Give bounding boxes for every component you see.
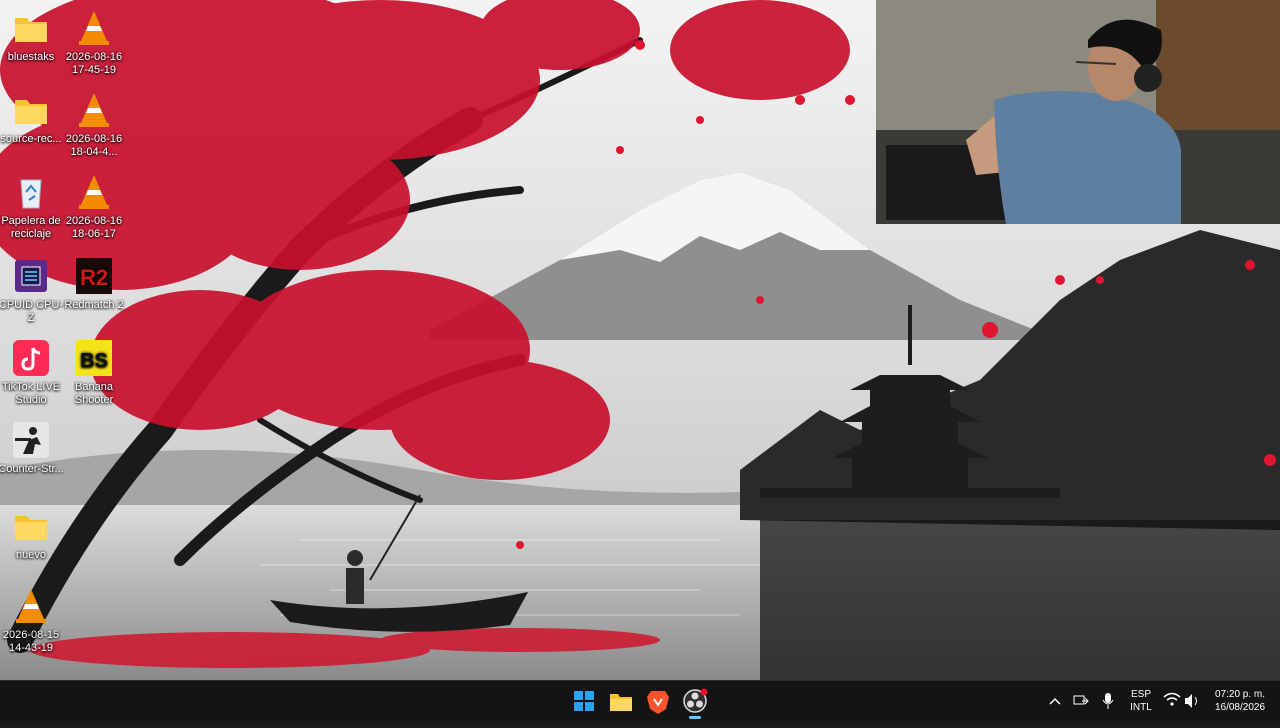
- network-volume-button[interactable]: [1162, 681, 1204, 721]
- folder-icon: [11, 90, 51, 130]
- cpu-z-icon: [11, 256, 51, 296]
- folder-icon: [610, 694, 632, 711]
- microphone-icon: [1102, 693, 1114, 709]
- taskbar: ESP INTL 07:20 p. m. 16/08/2026: [0, 680, 1280, 721]
- clock-button[interactable]: 07:20 p. m. 16/08/2026: [1206, 681, 1274, 728]
- desktop-icon-video-2026-08-16-18-06-17[interactable]: 2026-08-16 18-06-17: [60, 172, 128, 241]
- desktop-icon-recycle-bin[interactable]: Papelera de reciclaje: [0, 172, 65, 241]
- desktop-icon-label: 2026-08-15 14-43-19: [2, 629, 60, 654]
- brave-browser-icon: [647, 691, 669, 714]
- tiktok-live-icon: [11, 338, 51, 378]
- vlc-icon: [74, 90, 114, 130]
- keyboard-layout: INTL: [1130, 702, 1152, 713]
- redmatch-icon: R2: [74, 256, 114, 296]
- clock-time: 07:20 p. m.: [1214, 689, 1266, 700]
- recording-indicator: [700, 688, 708, 696]
- redmatch-glyph-text: R2: [80, 265, 108, 290]
- desktop-icon-video-2026-08-15[interactable]: 2026-08-15 14-43-19: [0, 586, 65, 655]
- quick-settings-icons: [1163, 692, 1197, 708]
- desktop-icon-source-rec[interactable]: source-rec...: [0, 90, 65, 146]
- banana-shooter-glyph-text: BS: [80, 350, 108, 372]
- show-hidden-icons-button[interactable]: [1046, 681, 1064, 721]
- desktop-icon-counter-strike[interactable]: Counter-Str...: [0, 420, 65, 476]
- start-button[interactable]: [568, 685, 600, 717]
- wifi-icon: [1163, 692, 1181, 706]
- desktop-icon-tiktok-live-studio[interactable]: TikTok LIVE Studio: [0, 338, 65, 407]
- clock-date: 16/08/2026: [1214, 702, 1266, 713]
- desktop-icon-cpu-z[interactable]: CPUID CPU-Z: [0, 256, 65, 325]
- tray-app-icon[interactable]: [1070, 681, 1092, 721]
- desktop-icon-video-2026-08-16-18-04[interactable]: 2026-08-16 18-04-4...: [60, 90, 128, 159]
- desktop-icon-banana-shooter[interactable]: BS Banana Shooter: [60, 338, 128, 407]
- desktop-icon-label: nuevo: [16, 549, 46, 561]
- vlc-icon: [11, 586, 51, 626]
- folder-icon: [11, 506, 51, 546]
- recycle-bin-icon: [11, 172, 51, 212]
- active-app-indicator: [689, 716, 701, 719]
- desktop-icon-label: source-rec...: [0, 133, 62, 145]
- task-view-tray-icon: [1073, 695, 1089, 705]
- desktop-icon-label: 2026-08-16 17-45-19: [65, 51, 123, 76]
- vlc-icon: [74, 8, 114, 48]
- banana-shooter-icon: BS: [74, 338, 114, 378]
- desktop-icon-label: TikTok LIVE Studio: [1, 381, 61, 406]
- obs-studio-icon: [683, 688, 708, 713]
- windows-start-icon: [574, 691, 594, 711]
- desktop-icon-bluestaks[interactable]: bluestaks: [0, 8, 65, 64]
- volume-icon: [1185, 694, 1197, 708]
- desktop-icon-nuevo[interactable]: nuevo: [0, 506, 65, 562]
- microphone-button[interactable]: [1098, 681, 1118, 721]
- desktop-icon-label: Papelera de reciclaje: [1, 215, 61, 240]
- desktop-icon-label: CPUID CPU-Z: [0, 299, 64, 324]
- desktop-icon-label: Banana Shooter: [74, 381, 114, 406]
- desktop-icon-label: Counter-Str...: [0, 463, 64, 475]
- webcam-overlay: [876, 0, 1280, 224]
- desktop-icon-redmatch-2[interactable]: R2 Redmatch 2: [60, 256, 128, 312]
- file-explorer-button[interactable]: [605, 685, 637, 717]
- language-code: ESP: [1130, 689, 1151, 700]
- obs-studio-button[interactable]: [679, 685, 711, 719]
- desktop-icon-label: Redmatch 2: [64, 299, 124, 311]
- brave-browser-button[interactable]: [642, 685, 674, 717]
- vlc-icon: [74, 172, 114, 212]
- folder-icon: [11, 8, 51, 48]
- input-language-indicator[interactable]: ESP INTL: [1124, 681, 1158, 728]
- desktop-icon-video-2026-08-16-17-45-19[interactable]: 2026-08-16 17-45-19: [60, 8, 128, 77]
- desktop-icon-label: 2026-08-16 18-04-4...: [65, 133, 123, 158]
- chevron-up-icon: [1049, 697, 1061, 705]
- desktop-icon-label: 2026-08-16 18-06-17: [65, 215, 123, 240]
- counter-strike-icon: [11, 420, 51, 460]
- desktop-icon-label: bluestaks: [7, 51, 55, 63]
